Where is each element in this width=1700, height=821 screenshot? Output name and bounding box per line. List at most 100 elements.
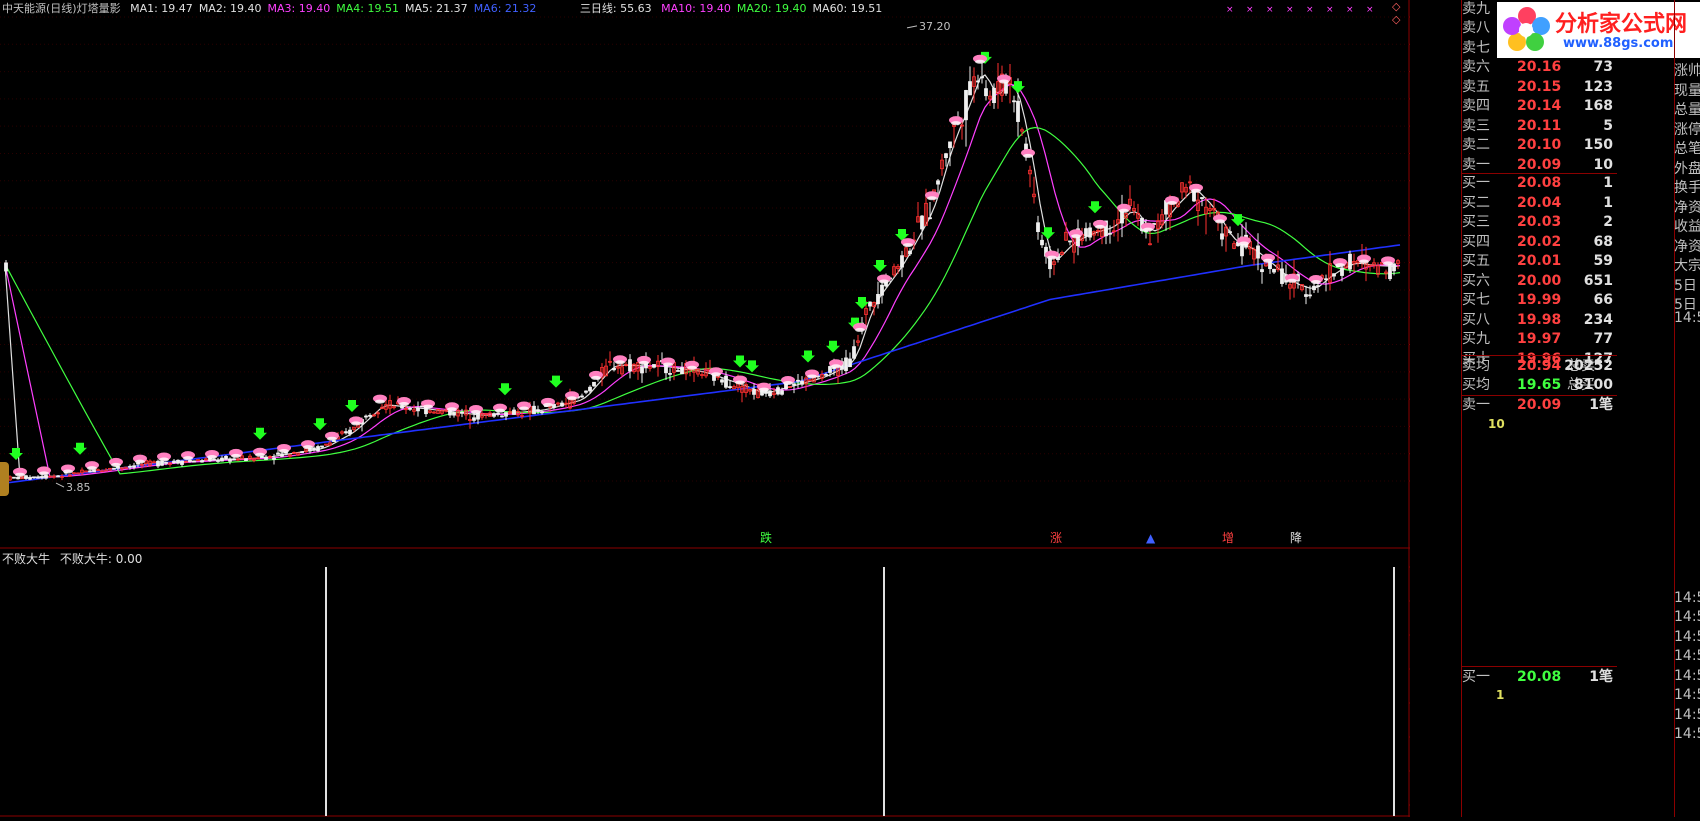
signal-blob-highlight	[1143, 227, 1153, 232]
candle-body	[920, 215, 924, 230]
ob-row-price: 19.97	[1517, 331, 1562, 347]
ob-row-label: 卖九	[1462, 0, 1490, 17]
buy-signal-arrow-icon	[9, 447, 23, 460]
ob-row-volume: 150	[1583, 137, 1613, 153]
order-book-row[interactable]: 买九 19.97 77	[1462, 330, 1617, 349]
kline-chart-area[interactable]: 37.203.85跌涨▲增降×××××××× 38.0036.0034.0032…	[0, 0, 1452, 817]
signal-blob-highlight	[1047, 255, 1057, 260]
signal-blob-highlight	[663, 362, 673, 367]
order-book-row[interactable]: 买五 20.01 59	[1462, 252, 1617, 271]
logo-title: 分析家公式网	[1555, 12, 1688, 37]
signal-blob-highlight	[423, 404, 433, 409]
ob-row-volume: 1	[1603, 194, 1613, 211]
order-book-row[interactable]: 卖四 20.14 168	[1462, 97, 1617, 116]
queue-sell-detail: 10	[1488, 417, 1505, 431]
signal-blob-highlight	[1359, 259, 1369, 264]
candle-body	[232, 458, 236, 461]
ma-legend-item: MA60: 19.51	[812, 2, 883, 15]
candle-body	[1084, 228, 1088, 237]
right-info-item: 换手	[1674, 180, 1700, 196]
candle-body	[536, 409, 540, 412]
candle-body	[1304, 294, 1308, 297]
order-book-row[interactable]: 卖五 20.15 123	[1462, 78, 1617, 97]
avg-buy-row: 买均 19.65 总买 8100	[1462, 377, 1613, 393]
ob-row-price: 20.14	[1517, 98, 1562, 114]
ma-legend-item: MA1: 19.47	[130, 2, 193, 15]
order-book-row[interactable]: 卖二 20.10 150	[1462, 136, 1617, 155]
buy-signal-arrow-icon	[1011, 81, 1025, 94]
signal-blob-highlight	[351, 421, 361, 426]
ob-row-label: 买九	[1462, 331, 1490, 347]
top-mark: ×	[1366, 5, 1374, 15]
ob-divider-4	[1462, 666, 1617, 667]
bottom-signal-marker: 涨	[1050, 530, 1062, 545]
candle-body	[160, 460, 164, 466]
candle-body	[1220, 233, 1224, 240]
ob-row-label: 买一	[1462, 175, 1490, 191]
candle-body	[1108, 232, 1112, 235]
ob-row-label: 卖七	[1462, 39, 1490, 56]
candle-body	[364, 415, 368, 418]
signal-blob-highlight	[1167, 201, 1177, 206]
order-book-row[interactable]: 买八 19.98 234	[1462, 311, 1617, 330]
order-book-row[interactable]: 买二 20.04 1	[1462, 194, 1617, 213]
signal-blob-highlight	[15, 472, 25, 477]
candle-body	[728, 386, 732, 388]
candle-body	[584, 390, 588, 393]
order-book-row[interactable]: 买六 20.00 651	[1462, 272, 1617, 291]
candle-body	[1016, 100, 1020, 122]
signal-blob-highlight	[375, 399, 385, 404]
candle-body	[1256, 245, 1260, 259]
signal-blob-highlight	[1239, 241, 1249, 246]
candle-body	[592, 381, 596, 387]
signal-blob-highlight	[1311, 280, 1321, 285]
ma10-line	[4, 83, 1401, 478]
signal-blob-highlight	[159, 457, 169, 462]
signal-blob-highlight	[735, 380, 745, 385]
order-book-row[interactable]: 买一 20.08 1	[1462, 174, 1617, 193]
candle-body	[348, 429, 352, 435]
order-book-row[interactable]: 卖六 20.16 73	[1462, 58, 1617, 77]
candle-body	[200, 460, 204, 463]
candle-body	[876, 294, 880, 305]
order-book-row[interactable]: 买三 20.03 2	[1462, 213, 1617, 232]
left-scroll-handle[interactable]	[0, 462, 9, 496]
site-logo: 分析家公式网 www.88gs.com	[1497, 2, 1700, 58]
order-book-row[interactable]: 买七 19.99 66	[1462, 291, 1617, 310]
candle-body	[180, 460, 184, 465]
bottom-signal-marker: ▲	[1146, 531, 1156, 545]
signal-blob-highlight	[207, 454, 217, 459]
signal-blob-highlight	[999, 79, 1009, 84]
order-book-row[interactable]: 卖三 20.11 5	[1462, 117, 1617, 136]
signal-blob-highlight	[327, 436, 337, 441]
top-mark: ×	[1246, 5, 1254, 15]
candle-body	[936, 180, 940, 185]
candle-body	[1392, 263, 1396, 272]
sanri-label: 三日线: 55.63	[579, 2, 652, 15]
signal-blob-highlight	[1335, 263, 1345, 268]
candle-body	[112, 467, 116, 470]
candle-body	[980, 76, 984, 79]
signal-blob-highlight	[807, 374, 817, 379]
candle-body	[992, 87, 996, 104]
candle-body	[588, 386, 592, 392]
candle-body	[416, 407, 420, 412]
order-book-row[interactable]: 买四 20.02 68	[1462, 233, 1617, 252]
queue-sell-row: 卖一 20.09 1笔	[1462, 397, 1613, 413]
right-info-item: 总笔	[1674, 141, 1700, 157]
signal-blob-highlight	[1095, 224, 1105, 229]
buy-signal-arrow-icon	[498, 383, 512, 396]
candle-body	[312, 447, 316, 451]
candle-body	[1040, 239, 1044, 246]
candle-body	[36, 476, 40, 479]
candle-body	[320, 445, 324, 448]
order-book-row[interactable]: 卖一 20.09 10	[1462, 156, 1617, 175]
ob-row-volume: 1	[1603, 175, 1613, 191]
kline-chart-svg[interactable]: 37.203.85跌涨▲增降×××××××× 38.0036.0034.0032…	[0, 0, 1452, 817]
signal-blob-highlight	[975, 59, 985, 64]
right-info-column: 涨帅现量总量涨停总笔外盘换手净资收益净资大宗5日5日14:514:514:514…	[1674, 0, 1700, 817]
window-control-icon[interactable]: ◇ ◇	[1392, 0, 1410, 26]
right-info-item: 14:5	[1674, 589, 1700, 606]
candle-body	[1200, 197, 1204, 199]
right-info-item: 外盘	[1674, 160, 1700, 177]
